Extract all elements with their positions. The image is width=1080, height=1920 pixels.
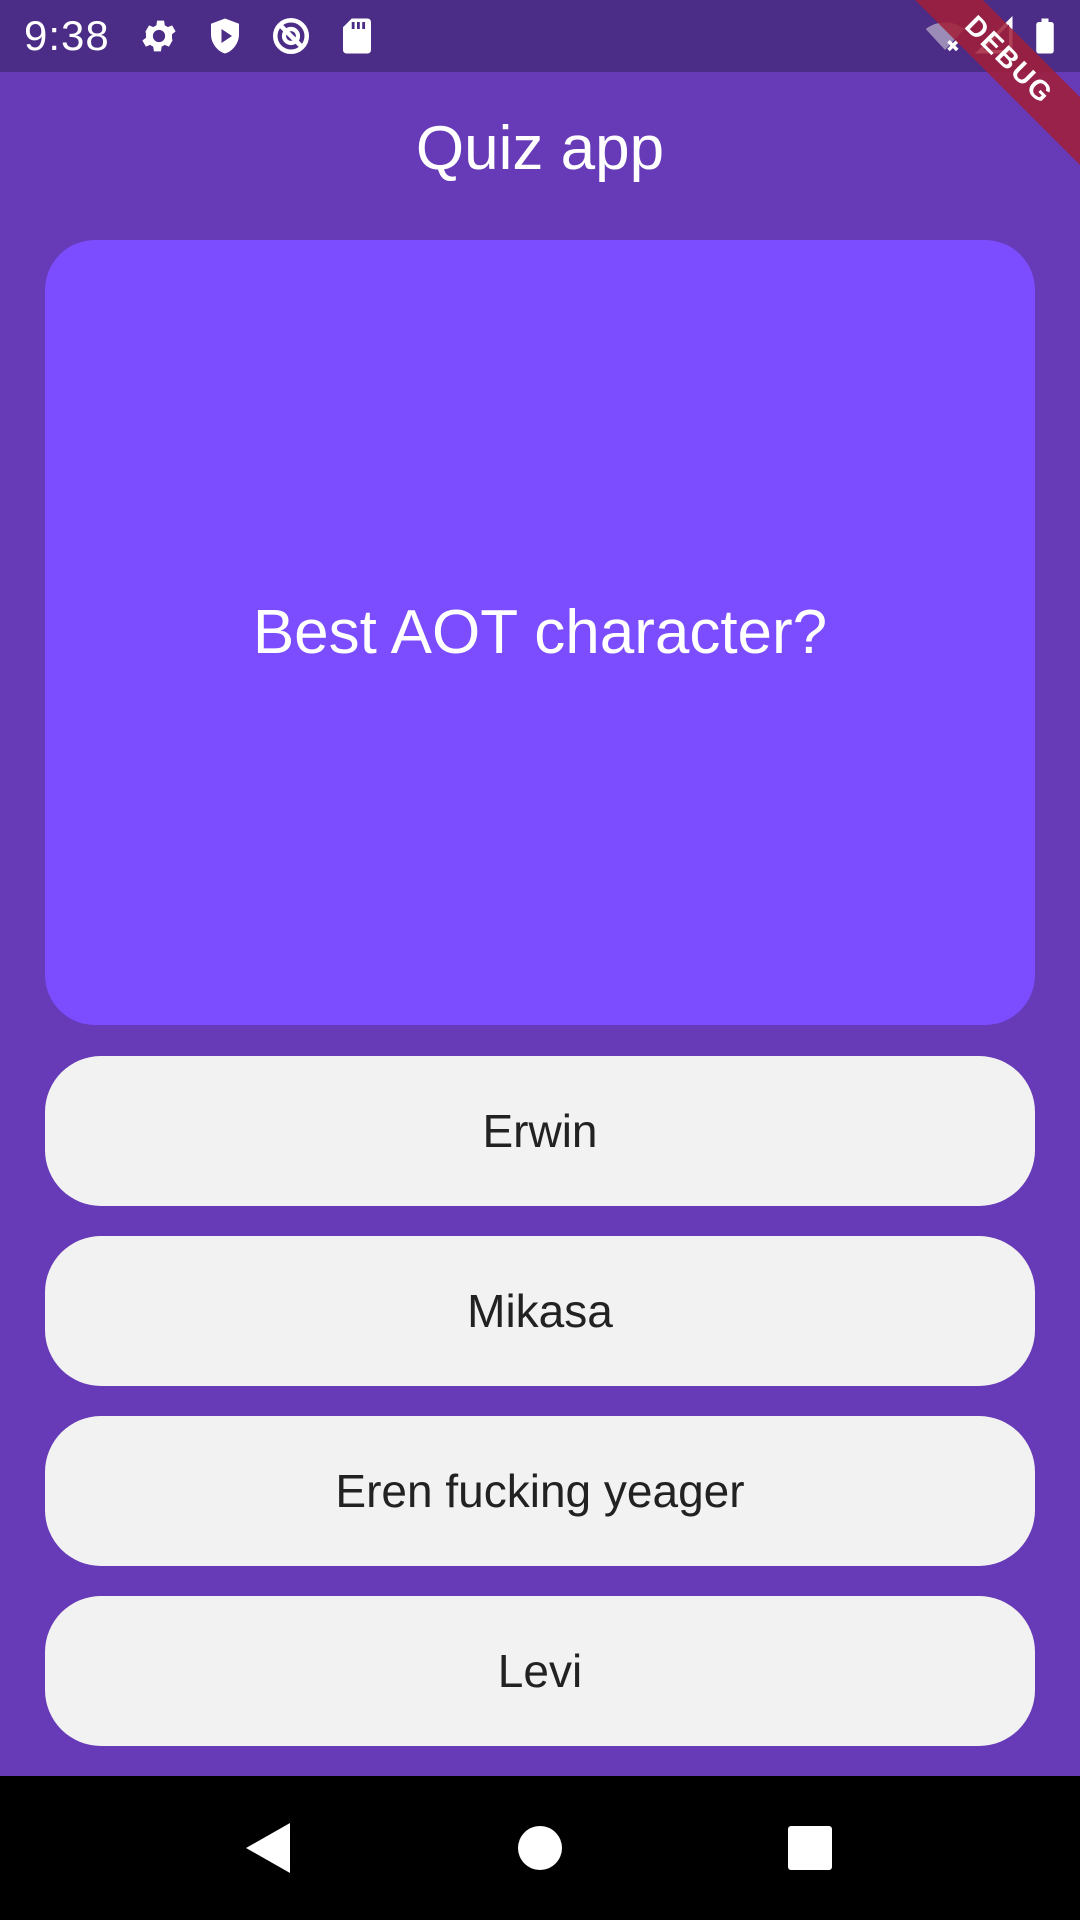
sd-card-icon (336, 15, 378, 57)
shield-play-icon (204, 15, 246, 57)
status-time: 9:38 (24, 12, 110, 59)
question-text: Best AOT character? (252, 598, 828, 667)
answer-button-mikasa[interactable]: Mikasa (45, 1236, 1035, 1386)
answer-label: Levi (497, 1645, 583, 1697)
home-icon[interactable] (490, 1798, 590, 1898)
app-title: Quiz app (415, 113, 665, 183)
no-disturb-icon (270, 15, 312, 57)
question-card: Best AOT character? (45, 240, 1035, 1025)
answer-label: Eren fucking yeager (335, 1465, 745, 1517)
screen: 9:38 Quiz app Best AOT character? Erwin … (0, 0, 1080, 1920)
app-bar: Quiz app (0, 72, 1080, 236)
answer-button-eren[interactable]: Eren fucking yeager (45, 1416, 1035, 1566)
gear-icon (138, 15, 180, 57)
nav-bar (0, 1776, 1080, 1920)
answer-button-levi[interactable]: Levi (45, 1596, 1035, 1746)
answer-button-erwin[interactable]: Erwin (45, 1056, 1035, 1206)
back-icon[interactable] (218, 1798, 318, 1898)
recents-icon[interactable] (760, 1798, 860, 1898)
answer-label: Mikasa (467, 1285, 613, 1337)
answer-label: Erwin (482, 1105, 598, 1157)
status-bar: 9:38 (0, 0, 1080, 72)
